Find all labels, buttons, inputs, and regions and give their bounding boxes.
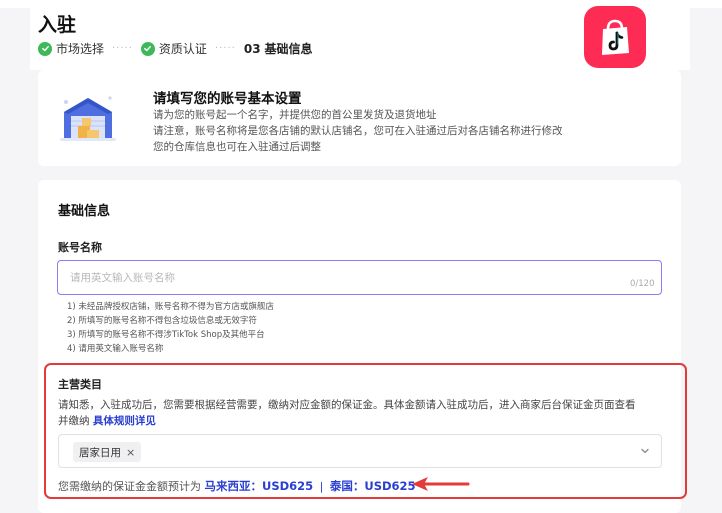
- step-divider: ·····: [112, 43, 133, 54]
- character-counter: 0/120: [630, 279, 655, 289]
- deposit-separator: |: [319, 480, 324, 493]
- account-name-label: 账号名称: [58, 241, 102, 254]
- progress-steps: 市场选择 ····· 资质认证 ····· 03 基础信息: [38, 40, 313, 57]
- deposit-prefix: 您需缴纳的保证金金额预计为: [58, 480, 201, 493]
- step-market: 市场选择: [38, 40, 104, 57]
- step-number: 03: [243, 41, 261, 56]
- check-icon: [140, 41, 155, 56]
- intro-line: 请注意，账号名称将是您各店铺的默认店铺名，您可在入驻通过后对各店铺名称进行修改: [153, 125, 563, 137]
- deposit-thailand: 泰国：USD625: [329, 479, 416, 493]
- main-category-label: 主营类目: [58, 378, 102, 391]
- chevron-down-icon[interactable]: [639, 445, 651, 457]
- name-rule: 2) 所填写的账号名称不得包含垃圾信息或无效字符: [67, 316, 257, 326]
- page-title: 入驻: [38, 14, 77, 36]
- deposit-notice: 请知悉，入驻成功后，您需要根据经营需要，缴纳对应金额的保证金。具体金额请入驻成功…: [58, 399, 636, 411]
- intro-line: 您的仓库信息也可在入驻通过后调整: [153, 141, 321, 153]
- red-arrow-icon: [412, 477, 470, 491]
- intro-line: 请为您的账号起一个名字，并提供您的首公里发货及退货地址: [153, 109, 437, 121]
- rules-detail-link[interactable]: 具体规则详见: [93, 415, 156, 427]
- step-basic-info: 03 基础信息: [244, 40, 313, 57]
- step-label: 基础信息: [264, 42, 313, 56]
- category-tag: 居家日用 ×: [73, 442, 142, 462]
- deposit-notice-cont: 并缴纳 具体规则详见: [58, 413, 156, 428]
- name-rule: 1) 未经品牌授权店铺，账号名称不得为官方店或旗舰店: [67, 302, 274, 312]
- name-rule: 4) 请用英文输入账号名称: [67, 344, 164, 354]
- step-label: 市场选择: [56, 42, 105, 56]
- intro-title: 请填写您的账号基本设置: [153, 91, 302, 107]
- category-select[interactable]: 居家日用 ×: [58, 434, 662, 468]
- deposit-malaysia: 马来西亚：USD625: [204, 479, 314, 493]
- tag-remove-icon[interactable]: ×: [126, 446, 135, 459]
- step-label: 资质认证: [158, 42, 207, 56]
- step-divider: ·····: [214, 43, 236, 54]
- deposit-notice-text: 并缴纳: [58, 415, 90, 427]
- step-qualification: 资质认证: [140, 40, 207, 57]
- onboarding-page: 入驻 市场选择 ····· 资质认证 ····· 03 基础信息 请填写您的账号…: [0, 0, 722, 513]
- tiktok-shop-logo-icon: [584, 6, 646, 68]
- warehouse-icon: [60, 96, 116, 141]
- category-tag-label: 居家日用: [79, 446, 121, 459]
- deposit-estimate: 您需缴纳的保证金金额预计为 马来西亚：USD625 | 泰国：USD625: [58, 478, 416, 494]
- account-name-input[interactable]: [57, 260, 662, 295]
- section-title: 基础信息: [58, 204, 111, 219]
- name-rule: 3) 所填写的账号名称不得涉TikTok Shop及其他平台: [67, 330, 265, 340]
- check-icon: [38, 41, 52, 56]
